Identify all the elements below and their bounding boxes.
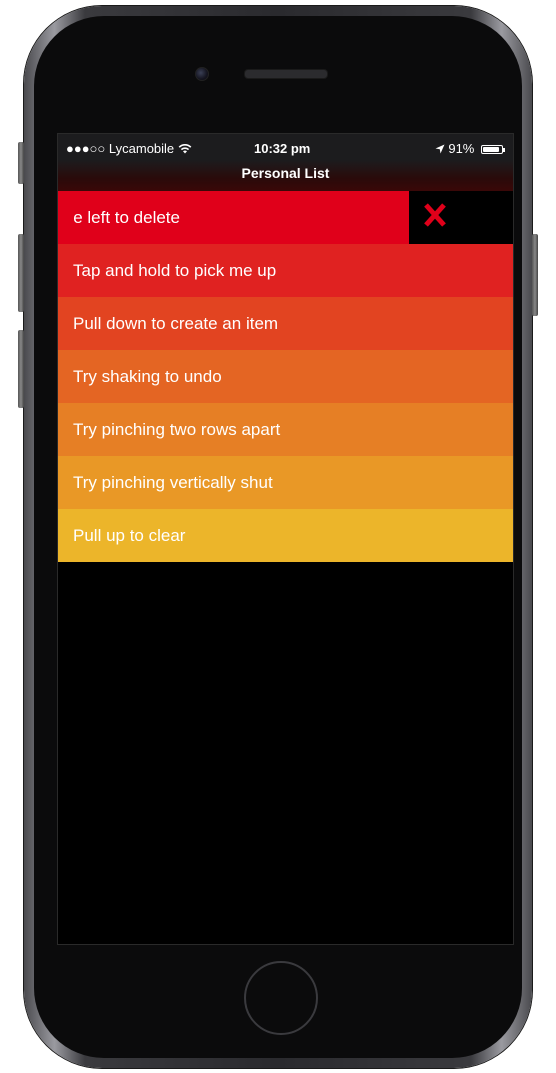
list-item[interactable]: Try pinching vertically shut (58, 456, 513, 509)
wifi-icon (178, 141, 192, 156)
list-title: Personal List (58, 160, 513, 191)
battery-icon (481, 145, 503, 154)
volume-up-button (18, 234, 24, 312)
list-item[interactable]: Try shaking to undo (58, 350, 513, 403)
battery-fill (483, 147, 499, 152)
power-button (532, 234, 538, 316)
volume-down-button (18, 330, 24, 408)
status-time: 10:32 pm (254, 141, 311, 156)
list-item-label: Try pinching vertically shut (73, 473, 273, 492)
signal-strength-icon: ●●●○○ (66, 141, 106, 156)
phone-screen: ●●●○○ Lycamobile 10:32 pm 91% Personal L… (57, 133, 514, 945)
delete-action-area[interactable] (409, 191, 513, 244)
list-item-label: Try pinching two rows apart (73, 420, 281, 439)
front-camera (195, 67, 209, 81)
list-item[interactable]: Tap and hold to pick me up (58, 244, 513, 297)
earpiece-speaker (244, 69, 328, 79)
list-item-label: Try shaking to undo (73, 367, 222, 386)
item-rows: Tap and hold to pick me up Pull down to c… (58, 244, 513, 562)
mute-switch (18, 142, 24, 184)
home-button[interactable] (244, 961, 318, 1035)
list-item-label: Tap and hold to pick me up (73, 261, 277, 280)
list-item[interactable]: Pull down to create an item (58, 297, 513, 350)
list-item[interactable]: Try pinching two rows apart (58, 403, 513, 456)
swiped-item-content[interactable]: e left to delete (58, 191, 409, 244)
status-bar: ●●●○○ Lycamobile 10:32 pm 91% (58, 134, 513, 160)
list-item[interactable]: Pull up to clear (58, 509, 513, 562)
list-item-label: Pull down to create an item (73, 314, 279, 333)
swiped-list-item[interactable]: e left to delete (58, 191, 513, 244)
battery-tip (503, 148, 505, 152)
todo-list: e left to delete Tap and hold to pick me… (58, 191, 513, 562)
carrier-info: ●●●○○ Lycamobile (66, 141, 192, 156)
carrier-name: Lycamobile (108, 141, 175, 156)
swiped-item-label: e left to delete (73, 208, 180, 227)
status-right: 91% (435, 141, 505, 156)
list-item-label: Pull up to clear (73, 526, 186, 545)
delete-x-icon[interactable] (423, 202, 447, 228)
battery-percent: 91% (448, 141, 475, 156)
location-arrow-icon (435, 141, 449, 156)
